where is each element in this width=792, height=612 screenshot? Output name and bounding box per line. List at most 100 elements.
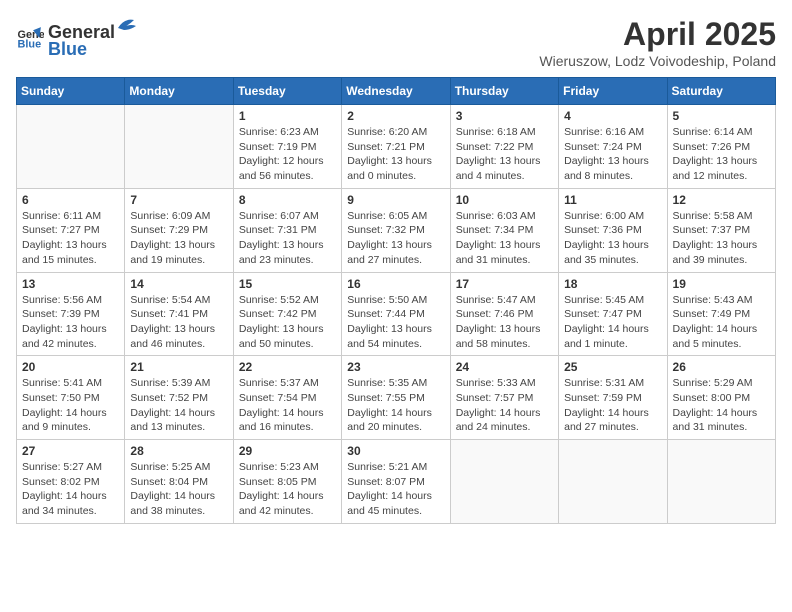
day-number: 6 [22,193,119,207]
day-number: 5 [673,109,770,123]
calendar-cell: 25Sunrise: 5:31 AMSunset: 7:59 PMDayligh… [559,356,667,440]
calendar-cell: 3 Sunrise: 6:18 AMSunset: 7:22 PMDaylight… [450,105,558,189]
day-info: Sunrise: 6:23 AMSunset: 7:19 PMDaylight:… [239,125,336,184]
calendar-title: April 2025 [539,16,776,53]
logo-icon: General Blue [16,24,44,52]
day-number: 20 [22,360,119,374]
day-info: Sunrise: 5:41 AMSunset: 7:50 PMDaylight:… [22,376,119,435]
calendar-cell: 5 Sunrise: 6:14 AMSunset: 7:26 PMDaylight… [667,105,775,189]
day-info: Sunrise: 5:31 AMSunset: 7:59 PMDaylight:… [564,376,661,435]
day-number: 29 [239,444,336,458]
day-number: 30 [347,444,444,458]
day-info: Sunrise: 5:33 AMSunset: 7:57 PMDaylight:… [456,376,553,435]
day-number: 7 [130,193,227,207]
day-info: Sunrise: 5:39 AMSunset: 7:52 PMDaylight:… [130,376,227,435]
calendar-cell: 16Sunrise: 5:50 AMSunset: 7:44 PMDayligh… [342,272,450,356]
day-number: 10 [456,193,553,207]
calendar-cell: 8Sunrise: 6:07 AMSunset: 7:31 PMDaylight… [233,188,341,272]
day-number: 22 [239,360,336,374]
day-number: 15 [239,277,336,291]
calendar-cell: 7 Sunrise: 6:09 AMSunset: 7:29 PMDaylight… [125,188,233,272]
day-info: Sunrise: 6:09 AMSunset: 7:29 PMDaylight:… [130,209,227,268]
day-number: 13 [22,277,119,291]
calendar-cell: 22 Sunrise: 5:37 AMSunset: 7:54 PMDayligh… [233,356,341,440]
title-block: April 2025 Wieruszow, Lodz Voivodeship, … [539,16,776,69]
day-info: Sunrise: 6:16 AMSunset: 7:24 PMDaylight:… [564,125,661,184]
day-info: Sunrise: 6:20 AMSunset: 7:21 PMDaylight:… [347,125,444,184]
day-number: 21 [130,360,227,374]
day-info: Sunrise: 5:45 AMSunset: 7:47 PMDaylight:… [564,293,661,352]
day-number: 12 [673,193,770,207]
svg-text:Blue: Blue [18,38,42,50]
day-info: Sunrise: 5:56 AMSunset: 7:39 PMDaylight:… [22,293,119,352]
calendar-cell: 26Sunrise: 5:29 AMSunset: 8:00 PMDayligh… [667,356,775,440]
day-info: Sunrise: 5:37 AMSunset: 7:54 PMDaylight:… [239,376,336,435]
calendar-cell: 2 Sunrise: 6:20 AMSunset: 7:21 PMDaylight… [342,105,450,189]
calendar-week-row: 27Sunrise: 5:27 AMSunset: 8:02 PMDayligh… [17,440,776,524]
calendar-cell: 17 Sunrise: 5:47 AMSunset: 7:46 PMDayligh… [450,272,558,356]
day-number: 4 [564,109,661,123]
calendar-cell [125,105,233,189]
calendar-week-row: 6 Sunrise: 6:11 AMSunset: 7:27 PMDaylight… [17,188,776,272]
calendar-cell: 29 Sunrise: 5:23 AMSunset: 8:05 PMDayligh… [233,440,341,524]
calendar-cell [17,105,125,189]
weekday-header-monday: Monday [125,78,233,105]
calendar-location: Wieruszow, Lodz Voivodeship, Poland [539,53,776,69]
logo: General Blue General Blue [16,16,137,60]
calendar-cell: 21 Sunrise: 5:39 AMSunset: 7:52 PMDayligh… [125,356,233,440]
calendar-cell: 6 Sunrise: 6:11 AMSunset: 7:27 PMDaylight… [17,188,125,272]
day-number: 3 [456,109,553,123]
calendar-cell: 24Sunrise: 5:33 AMSunset: 7:57 PMDayligh… [450,356,558,440]
day-info: Sunrise: 5:43 AMSunset: 7:49 PMDaylight:… [673,293,770,352]
day-number: 28 [130,444,227,458]
calendar-cell: 9 Sunrise: 6:05 AMSunset: 7:32 PMDaylight… [342,188,450,272]
page-header: General Blue General Blue April 2025 Wie… [16,16,776,69]
day-info: Sunrise: 6:18 AMSunset: 7:22 PMDaylight:… [456,125,553,184]
day-info: Sunrise: 5:35 AMSunset: 7:55 PMDaylight:… [347,376,444,435]
calendar-cell: 1Sunrise: 6:23 AMSunset: 7:19 PMDaylight… [233,105,341,189]
weekday-header-wednesday: Wednesday [342,78,450,105]
day-number: 26 [673,360,770,374]
day-info: Sunrise: 5:27 AMSunset: 8:02 PMDaylight:… [22,460,119,519]
calendar-cell: 4 Sunrise: 6:16 AMSunset: 7:24 PMDaylight… [559,105,667,189]
day-number: 11 [564,193,661,207]
weekday-header-saturday: Saturday [667,78,775,105]
day-info: Sunrise: 5:54 AMSunset: 7:41 PMDaylight:… [130,293,227,352]
day-info: Sunrise: 6:07 AMSunset: 7:31 PMDaylight:… [239,209,336,268]
calendar-cell: 18Sunrise: 5:45 AMSunset: 7:47 PMDayligh… [559,272,667,356]
day-info: Sunrise: 5:25 AMSunset: 8:04 PMDaylight:… [130,460,227,519]
calendar-cell: 19Sunrise: 5:43 AMSunset: 7:49 PMDayligh… [667,272,775,356]
day-info: Sunrise: 5:21 AMSunset: 8:07 PMDaylight:… [347,460,444,519]
calendar-cell [667,440,775,524]
calendar-table: SundayMondayTuesdayWednesdayThursdayFrid… [16,77,776,524]
calendar-cell: 15Sunrise: 5:52 AMSunset: 7:42 PMDayligh… [233,272,341,356]
day-info: Sunrise: 6:03 AMSunset: 7:34 PMDaylight:… [456,209,553,268]
calendar-week-row: 1Sunrise: 6:23 AMSunset: 7:19 PMDaylight… [17,105,776,189]
logo-text-blue: Blue [48,39,87,59]
day-info: Sunrise: 6:14 AMSunset: 7:26 PMDaylight:… [673,125,770,184]
day-number: 9 [347,193,444,207]
calendar-cell: 11Sunrise: 6:00 AMSunset: 7:36 PMDayligh… [559,188,667,272]
calendar-week-row: 13 Sunrise: 5:56 AMSunset: 7:39 PMDayligh… [17,272,776,356]
weekday-header-thursday: Thursday [450,78,558,105]
day-info: Sunrise: 5:23 AMSunset: 8:05 PMDaylight:… [239,460,336,519]
day-number: 2 [347,109,444,123]
calendar-cell: 28 Sunrise: 5:25 AMSunset: 8:04 PMDayligh… [125,440,233,524]
weekday-header-row: SundayMondayTuesdayWednesdayThursdayFrid… [17,78,776,105]
calendar-cell: 13 Sunrise: 5:56 AMSunset: 7:39 PMDayligh… [17,272,125,356]
calendar-week-row: 20 Sunrise: 5:41 AMSunset: 7:50 PMDayligh… [17,356,776,440]
day-info: Sunrise: 5:50 AMSunset: 7:44 PMDaylight:… [347,293,444,352]
calendar-cell: 23 Sunrise: 5:35 AMSunset: 7:55 PMDayligh… [342,356,450,440]
day-info: Sunrise: 5:58 AMSunset: 7:37 PMDaylight:… [673,209,770,268]
weekday-header-tuesday: Tuesday [233,78,341,105]
day-info: Sunrise: 5:47 AMSunset: 7:46 PMDaylight:… [456,293,553,352]
day-number: 17 [456,277,553,291]
day-info: Sunrise: 6:11 AMSunset: 7:27 PMDaylight:… [22,209,119,268]
calendar-cell [559,440,667,524]
day-number: 14 [130,277,227,291]
calendar-cell: 14 Sunrise: 5:54 AMSunset: 7:41 PMDayligh… [125,272,233,356]
calendar-cell: 27Sunrise: 5:27 AMSunset: 8:02 PMDayligh… [17,440,125,524]
day-number: 23 [347,360,444,374]
day-info: Sunrise: 6:05 AMSunset: 7:32 PMDaylight:… [347,209,444,268]
calendar-cell: 10 Sunrise: 6:03 AMSunset: 7:34 PMDayligh… [450,188,558,272]
